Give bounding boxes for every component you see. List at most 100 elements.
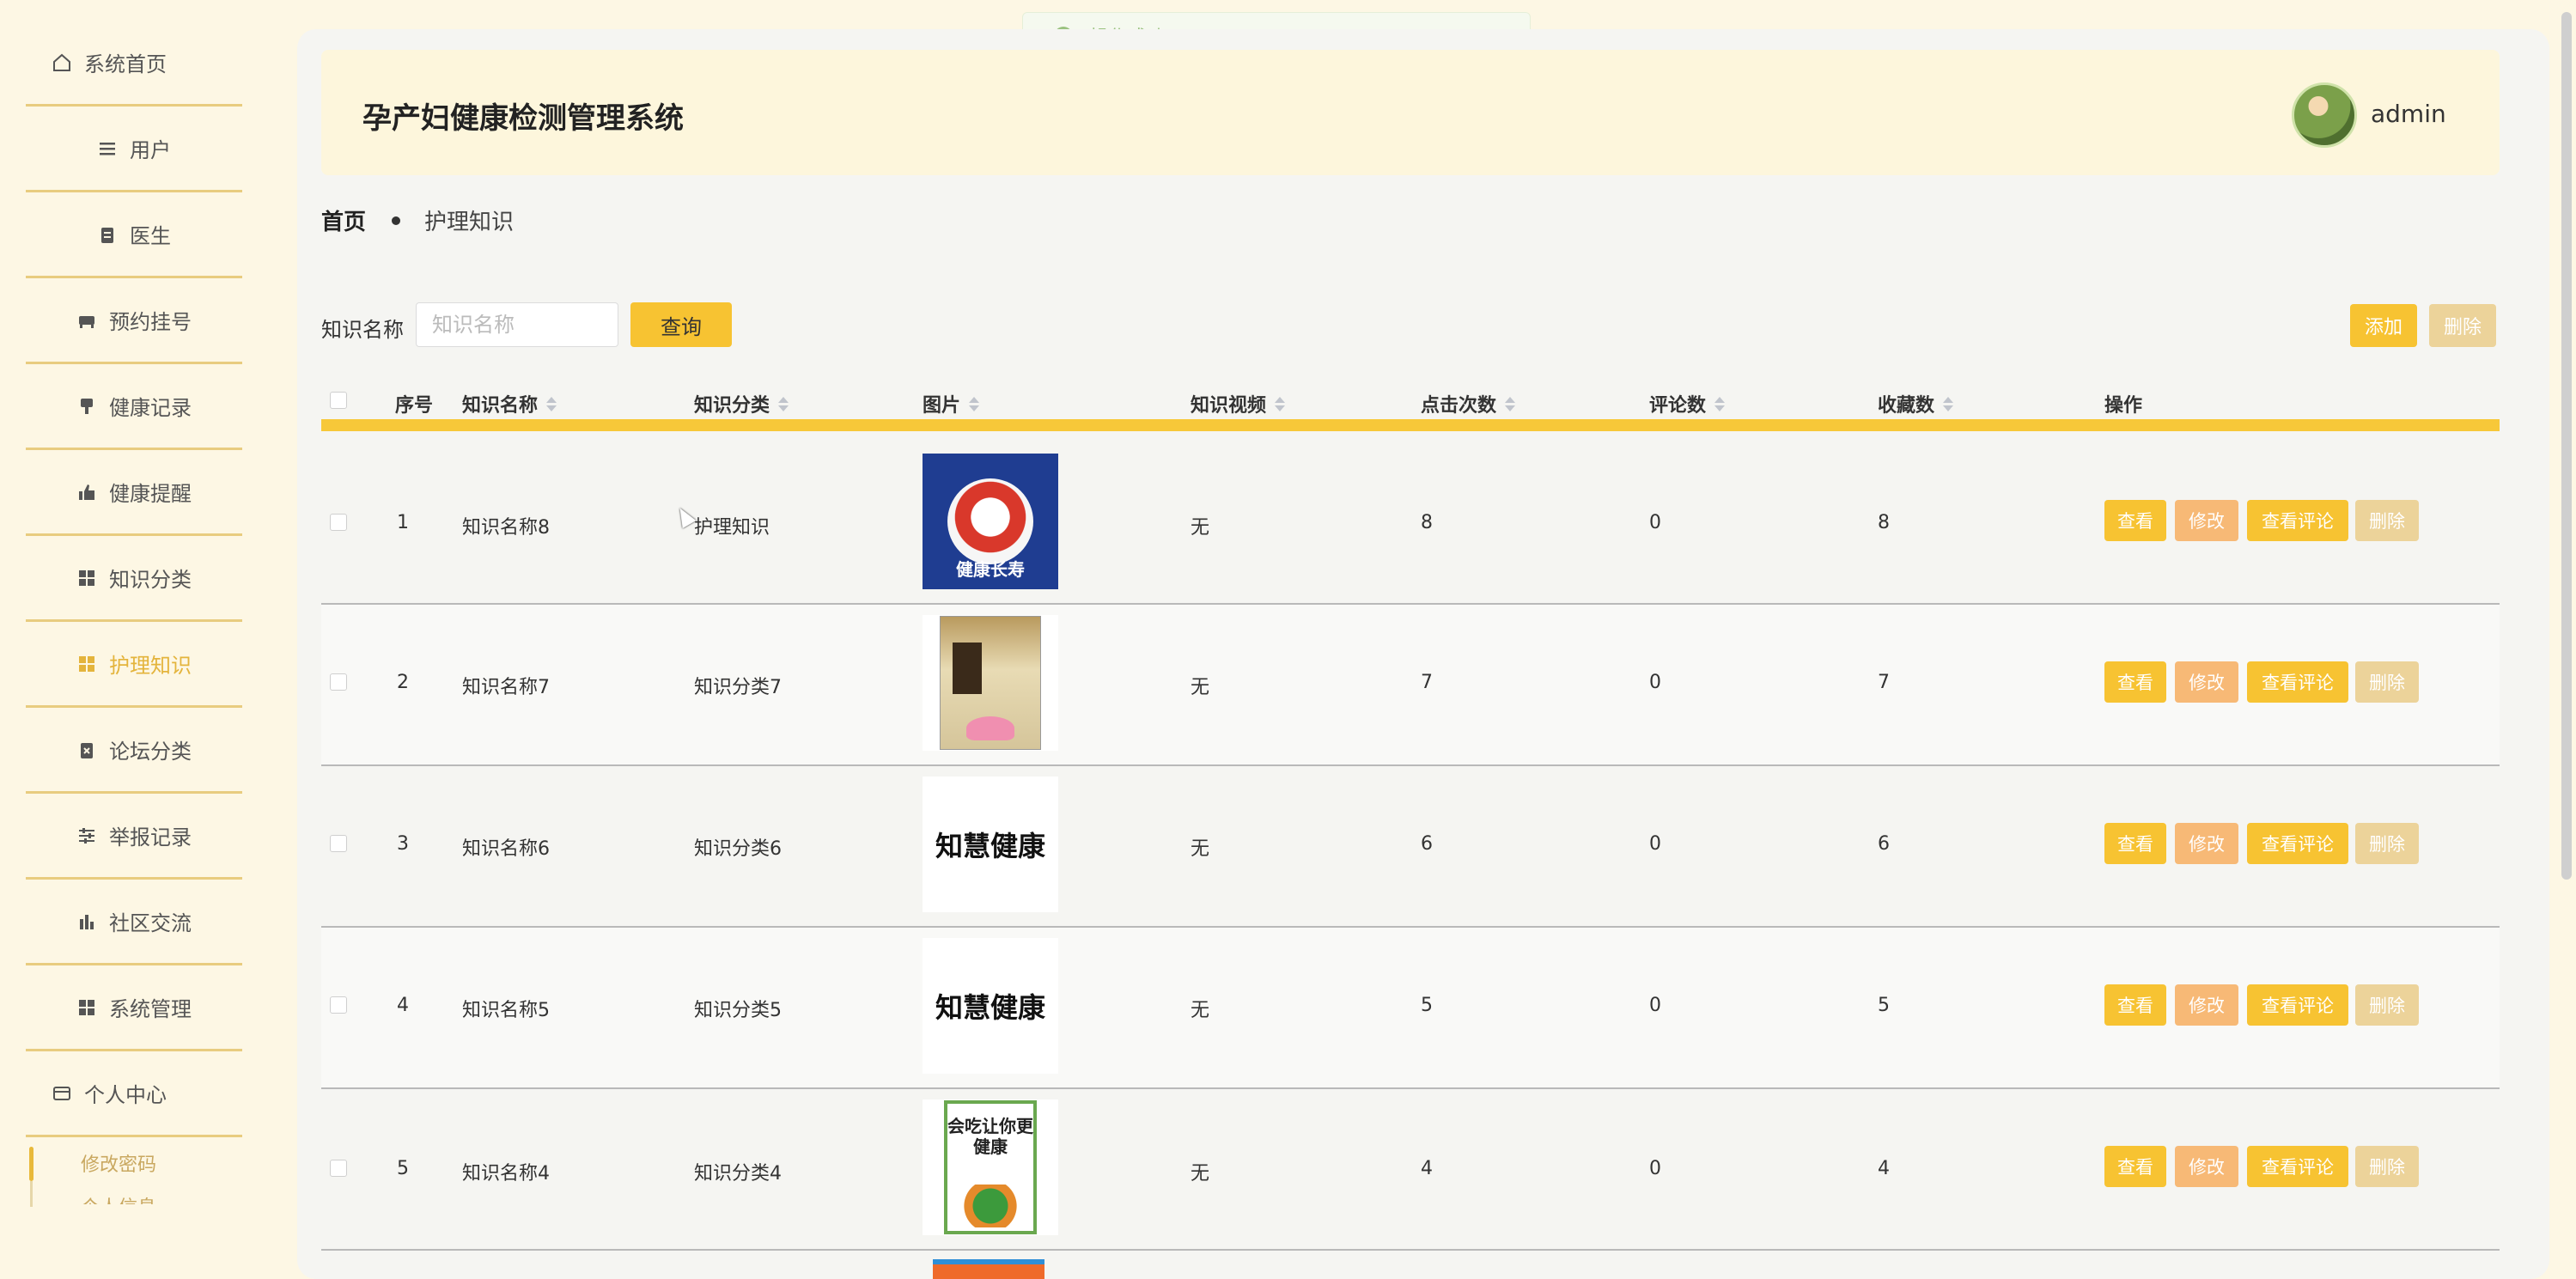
bed-icon [76,310,97,331]
column-header-category[interactable]: 知识分类 [694,390,789,417]
row-checkbox[interactable] [330,996,347,1014]
sidebar-item-health-reminders[interactable]: 健康提醒 [26,450,242,536]
column-header-name[interactable]: 知识名称 [462,390,557,417]
sort-icon[interactable] [969,396,980,411]
sidebar-item-health-records[interactable]: 健康记录 [26,364,242,450]
search-input[interactable] [416,302,618,347]
column-header-favorites[interactable]: 收藏数 [1878,390,1954,417]
view-button[interactable]: 查看 [2104,1146,2166,1187]
edit-button[interactable]: 修改 [2175,984,2238,1026]
view-comments-button[interactable]: 查看评论 [2247,984,2348,1026]
sidebar-item-nursing-knowledge[interactable]: 护理知识 [26,622,242,708]
table-header: 序号 知识名称 知识分类 图片 知识视频 点击次数 评论数 收藏数 操作 [321,375,2500,431]
sidebar-item-reports[interactable]: 举报记录 [26,794,242,880]
sort-icon[interactable] [1505,396,1516,411]
row-favorites: 8 [1878,512,1890,533]
sidebar-item-users[interactable]: 用户 [26,107,242,192]
row-image[interactable]: 知慧健康 [923,777,1058,912]
search-label: 知识名称 [321,318,404,342]
view-comments-button[interactable]: 查看评论 [2247,1146,2348,1187]
view-comments-button[interactable]: 查看评论 [2247,661,2348,703]
sort-icon[interactable] [778,396,789,411]
table-row: 4 知识名称5 知识分类5 知慧健康 无 5 0 5 查看 修改 查看评论 删除 [321,928,2500,1089]
sidebar-item-community[interactable]: 社区交流 [26,880,242,965]
column-header-comments[interactable]: 评论数 [1649,390,1726,417]
sort-icon[interactable] [1714,396,1726,411]
select-all-checkbox[interactable] [330,392,347,409]
elder-illustration [947,478,1033,564]
sort-icon[interactable] [1943,396,1954,411]
sort-icon[interactable] [1275,396,1286,411]
vertical-scrollbar[interactable] [2561,12,2572,880]
column-header-image[interactable]: 图片 [923,390,980,417]
breadcrumb-home[interactable]: 首页 [321,204,366,236]
add-button[interactable]: 添加 [2350,304,2417,347]
row-category: 护理知识 [694,517,770,539]
delete-button[interactable]: 删除 [2355,823,2419,864]
view-button[interactable]: 查看 [2104,661,2166,703]
edit-button[interactable]: 修改 [2175,661,2238,703]
sidebar-item-knowledge-categories[interactable]: 知识分类 [26,536,242,622]
row-video: 无 [1191,677,1210,698]
sidebar-item-profile[interactable]: 个人中心 [26,1051,242,1137]
row-clicks: 7 [1421,672,1433,693]
sidebar-subitem-change-password[interactable]: 修改密码 [81,1149,156,1177]
row-comments: 0 [1649,1158,1661,1179]
row-image[interactable] [923,615,1058,751]
row-image[interactable]: 会吃让你更健康 [923,1099,1058,1235]
user-name[interactable]: admin [2371,100,2446,128]
row-checkbox[interactable] [330,514,347,531]
sidebar-item-system[interactable]: 系统管理 [26,965,242,1051]
column-header-label: 知识视频 [1191,395,1267,417]
sidebar-item-appointments[interactable]: 预约挂号 [26,278,242,364]
breadcrumb-separator [392,216,401,225]
table-row: 5 知识名称4 知识分类4 会吃让你更健康 无 4 0 4 查看 修改 查看评论… [321,1089,2500,1251]
sidebar-item-forum-categories[interactable]: 论坛分类 [26,708,242,794]
view-button[interactable]: 查看 [2104,984,2166,1026]
delete-button[interactable]: 删除 [2355,1146,2419,1187]
sidebar-subitem-profile-info[interactable]: 个人信息 [81,1192,156,1204]
query-button[interactable]: 查询 [630,302,732,347]
card-icon [52,1083,72,1104]
column-header-label: 知识分类 [694,395,770,417]
row-index: 3 [397,833,409,855]
book-cover-illustration: 会吃让你更健康 [944,1100,1037,1234]
row-index: 1 [397,512,409,533]
row-index: 2 [397,672,409,693]
batch-delete-button[interactable]: 删除 [2429,304,2496,347]
sidebar-item-label: 健康提醒 [109,482,192,506]
list-icon [97,138,118,159]
delete-button[interactable]: 删除 [2355,984,2419,1026]
column-header-label: 评论数 [1649,395,1707,417]
delete-button[interactable]: 删除 [2355,661,2419,703]
view-comments-button[interactable]: 查看评论 [2247,500,2348,541]
edit-button[interactable]: 修改 [2175,1146,2238,1187]
row-checkbox[interactable] [330,673,347,691]
column-header-clicks[interactable]: 点击次数 [1421,390,1516,417]
view-comments-button[interactable]: 查看评论 [2247,823,2348,864]
row-video: 无 [1191,1163,1210,1185]
sidebar-item-doctors[interactable]: 医生 [26,192,242,278]
row-checkbox[interactable] [330,835,347,852]
edit-button[interactable]: 修改 [2175,823,2238,864]
sidebar-item-label: 个人中心 [84,1083,167,1107]
row-checkbox[interactable] [330,1160,347,1177]
submenu-indicator [29,1147,33,1181]
sidebar-item-home[interactable]: 系统首页 [26,21,242,107]
sort-icon[interactable] [546,396,557,411]
row-index: 5 [397,1158,409,1179]
row-name: 知识名称6 [462,838,550,860]
row-image[interactable]: 健康长寿 [923,454,1058,589]
column-header-label: 收藏数 [1878,395,1935,417]
row-index: 4 [397,995,409,1016]
view-button[interactable]: 查看 [2104,500,2166,541]
edit-button[interactable]: 修改 [2175,500,2238,541]
view-button[interactable]: 查看 [2104,823,2166,864]
book-cover-illustration [940,616,1041,750]
avatar[interactable] [2292,82,2357,148]
sidebar-item-label: 系统管理 [109,997,192,1021]
table-row: 3 知识名称6 知识分类6 知慧健康 无 6 0 6 查看 修改 查看评论 删除 [321,766,2500,928]
column-header-video[interactable]: 知识视频 [1191,390,1286,417]
row-image[interactable]: 知慧健康 [923,938,1058,1074]
delete-button[interactable]: 删除 [2355,500,2419,541]
